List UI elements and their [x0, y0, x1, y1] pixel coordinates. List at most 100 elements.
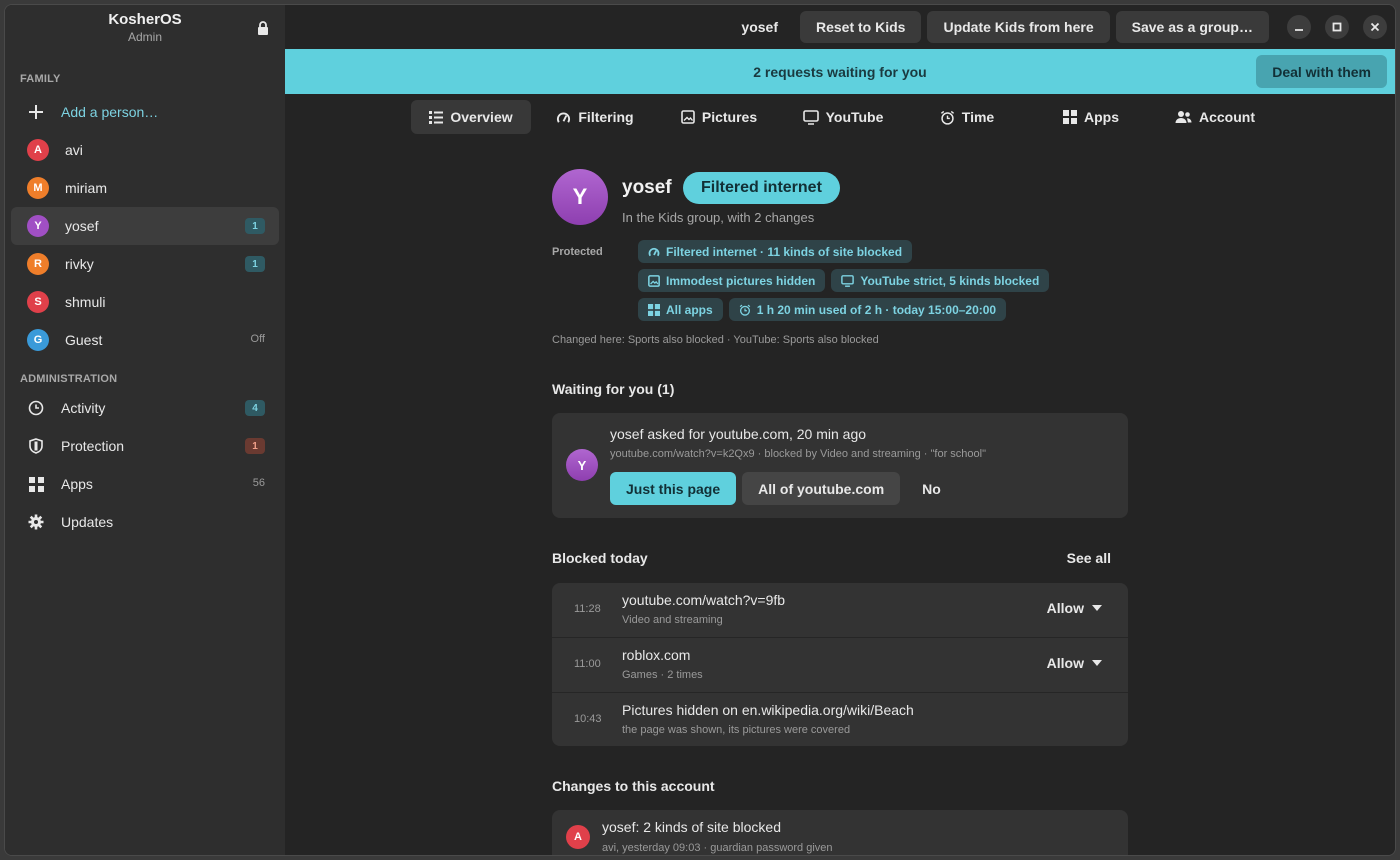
monitor-icon — [841, 274, 855, 287]
avatar: R — [27, 253, 49, 275]
chip-youtube[interactable]: YouTube strict, 5 kinds blocked — [831, 269, 1050, 292]
maximize-button[interactable] — [1325, 15, 1349, 39]
filter-level-pill[interactable]: Filtered internet — [683, 172, 840, 204]
reset-to-kids-button[interactable]: Reset to Kids — [800, 11, 922, 43]
tab-label: YouTube — [825, 109, 884, 125]
person-name: avi — [65, 142, 83, 158]
minimize-button[interactable] — [1287, 15, 1311, 39]
apps-grid-icon — [1063, 110, 1077, 124]
sidebar-item-guest[interactable]: G Guest Off — [11, 321, 279, 359]
waiting-heading: Waiting for you (1) — [552, 381, 675, 397]
sidebar-item-shmuli[interactable]: S shmuli — [11, 283, 279, 321]
sidebar-item-yosef[interactable]: Y yosef 1 — [11, 207, 279, 245]
blocked-time: 11:28 — [574, 603, 601, 615]
change-card: A yosef: 2 kinds of site blocked avi, ye… — [552, 810, 1128, 855]
avatar: Y — [27, 215, 49, 237]
allow-all-site-button[interactable]: All of youtube.com — [742, 472, 901, 505]
add-person-button[interactable]: Add a person… — [11, 93, 279, 131]
blocked-list: 11:28 youtube.com/watch?v=9fb Video and … — [552, 583, 1128, 746]
chip-label: Immodest pictures hidden — [666, 273, 816, 288]
updates-label: Updates — [61, 514, 114, 530]
close-button[interactable] — [1363, 15, 1387, 39]
person-name: shmuli — [65, 294, 106, 310]
avatar: A — [27, 139, 49, 161]
chip-filtering[interactable]: Filtered internet · 11 kinds of site blo… — [638, 240, 913, 263]
maximize-icon — [1332, 22, 1342, 32]
allow-label: Allow — [1046, 655, 1084, 671]
deal-with-them-button[interactable]: Deal with them — [1256, 55, 1387, 88]
blocked-time: 10:43 — [574, 713, 602, 725]
close-icon — [1370, 22, 1380, 32]
blocked-url: roblox.com — [622, 647, 691, 663]
update-kids-button[interactable]: Update Kids from here — [927, 11, 1110, 43]
person-name: rivky — [65, 256, 94, 272]
admin-heading: ADMINISTRATION — [20, 373, 118, 385]
tab-account[interactable]: Account — [1155, 100, 1275, 134]
main-pane: yosef Reset to Kids Update Kids from her… — [285, 5, 1395, 855]
deny-button[interactable]: No — [906, 472, 957, 505]
chip-pictures[interactable]: Immodest pictures hidden — [638, 269, 826, 292]
sidebar-item-miriam[interactable]: M miriam — [11, 169, 279, 207]
clock-icon — [27, 399, 45, 417]
alarm-clock-icon — [940, 110, 954, 125]
chip-apps[interactable]: All apps — [638, 298, 723, 321]
tab-bar: Overview Filtering Pictures YouTube Time… — [411, 100, 1279, 134]
request-title: yosef asked for youtube.com, 20 min ago — [610, 426, 867, 442]
just-this-page-button[interactable]: Just this page — [610, 472, 737, 505]
blocked-url: youtube.com/watch?v=9fb — [622, 592, 786, 608]
header-user: yosef — [741, 19, 778, 35]
plus-icon — [27, 103, 45, 121]
tab-filtering[interactable]: Filtering — [535, 100, 655, 134]
save-as-group-button[interactable]: Save as a group… — [1115, 11, 1269, 43]
monitor-icon — [802, 109, 819, 125]
gear-icon — [27, 513, 45, 531]
changed-here-note: Changed here: Sports also blocked · YouT… — [552, 334, 879, 346]
avatar: Y — [566, 449, 598, 481]
blocked-url: Pictures hidden on en.wikipedia.org/wiki… — [622, 702, 914, 718]
sidebar-item-rivky[interactable]: R rivky 1 — [11, 245, 279, 283]
request-count-badge: 1 — [245, 256, 265, 272]
family-heading: FAMILY — [20, 73, 61, 85]
sidebar-item-protection[interactable]: Protection 1 — [11, 427, 279, 465]
header-bar: yosef Reset to Kids Update Kids from her… — [285, 5, 1395, 49]
chip-time[interactable]: 1 h 20 min used of 2 h · today 15:00–20:… — [728, 298, 1007, 321]
sidebar-item-apps[interactable]: Apps 56 — [11, 465, 279, 503]
sidebar-item-avi[interactable]: A avi — [11, 131, 279, 169]
tab-pictures[interactable]: Pictures — [659, 100, 779, 134]
image-icon — [648, 274, 660, 287]
overview-content: Y yosef Filtered internet In the Kids gr… — [552, 167, 1129, 855]
allow-dropdown[interactable]: Allow — [1047, 655, 1102, 671]
minimize-icon — [1295, 29, 1303, 31]
tab-overview[interactable]: Overview — [411, 100, 531, 134]
profile-subtitle: In the Kids group, with 2 changes — [622, 210, 815, 225]
allow-label: Allow — [1046, 600, 1084, 616]
lock-icon[interactable] — [257, 21, 269, 35]
person-name: yosef — [65, 218, 99, 234]
add-person-label: Add a person… — [61, 104, 159, 120]
chevron-down-icon — [1092, 605, 1102, 611]
apps-count: 56 — [252, 477, 265, 489]
tab-youtube[interactable]: YouTube — [783, 100, 903, 134]
tab-apps[interactable]: Apps — [1031, 100, 1151, 134]
request-detail: youtube.com/watch?v=k2Qx9 · blocked by V… — [610, 448, 986, 460]
protection-badge: 1 — [245, 438, 265, 454]
alarm-clock-icon — [739, 304, 750, 316]
protection-chips: Filtered internet · 11 kinds of site blo… — [638, 240, 1118, 327]
apps-grid-icon — [648, 303, 660, 316]
see-all-button[interactable]: See all — [1067, 550, 1111, 566]
person-name: miriam — [65, 180, 107, 196]
profile-name: yosef — [622, 177, 672, 198]
list-item: 11:00 roblox.com Games · 2 times Allow — [552, 638, 1128, 693]
sidebar-item-updates[interactable]: Updates — [11, 503, 279, 541]
sidebar: KosherOS Admin FAMILY Add a person… A av… — [5, 5, 285, 855]
tab-label: Pictures — [701, 109, 758, 125]
blocked-category: Video and streaming — [622, 614, 723, 626]
protection-label: Protection — [61, 438, 125, 454]
allow-dropdown[interactable]: Allow — [1047, 600, 1102, 616]
tab-time[interactable]: Time — [907, 100, 1027, 134]
sidebar-item-activity[interactable]: Activity 4 — [11, 389, 279, 427]
shield-icon — [27, 437, 45, 455]
blocked-heading: Blocked today — [552, 550, 648, 566]
guest-status: Off — [250, 333, 265, 345]
app-subtitle: Admin — [127, 30, 162, 44]
